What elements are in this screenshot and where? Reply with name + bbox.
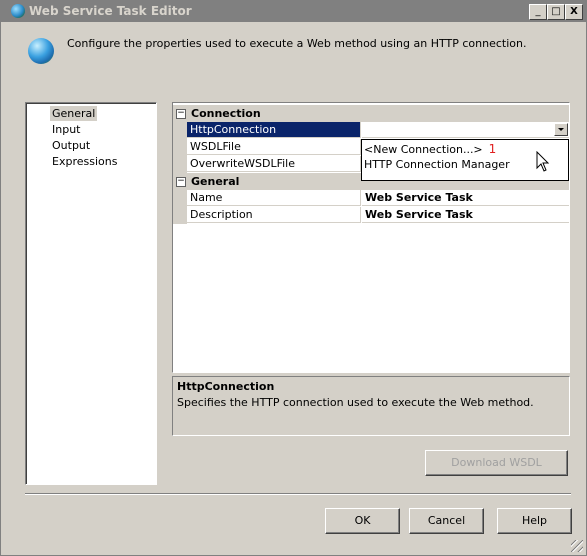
chevron-down-icon[interactable] xyxy=(554,123,568,136)
row-gutter xyxy=(173,156,187,173)
nav-item-input[interactable]: Input xyxy=(50,122,82,137)
category-connection: − Connection xyxy=(173,105,569,122)
category-label: Connection xyxy=(191,107,261,120)
property-help-panel: HttpConnection Specifies the HTTP connec… xyxy=(172,376,570,436)
globe-icon xyxy=(11,4,25,18)
category-label: General xyxy=(191,175,240,188)
property-name[interactable]: Description xyxy=(187,207,361,223)
mouse-cursor-icon xyxy=(536,151,550,172)
minimize-button[interactable]: _ xyxy=(529,4,547,20)
row-gutter xyxy=(173,122,187,139)
option-label: <New Connection...> xyxy=(364,143,483,156)
web-service-task-editor-window: Web Service Task Editor _ □ X Configure … xyxy=(0,0,587,556)
property-row-httpconnection[interactable]: HttpConnection xyxy=(173,122,569,139)
ok-button[interactable]: OK xyxy=(325,508,400,534)
property-name[interactable]: OverwriteWSDLFile xyxy=(187,156,361,172)
property-row-description[interactable]: Description Web Service Task xyxy=(173,207,569,224)
row-gutter xyxy=(173,139,187,156)
cancel-button[interactable]: Cancel xyxy=(409,508,484,534)
divider xyxy=(25,493,571,495)
window-title: Web Service Task Editor xyxy=(29,4,192,18)
nav-item-expressions[interactable]: Expressions xyxy=(50,154,119,169)
close-button[interactable]: X xyxy=(565,4,583,20)
row-gutter xyxy=(173,207,187,224)
dropdown-option-http-connection-manager[interactable]: HTTP Connection Manager xyxy=(364,157,510,173)
nav-item-output[interactable]: Output xyxy=(50,138,92,153)
help-title: HttpConnection xyxy=(177,380,275,393)
property-name[interactable]: HttpConnection xyxy=(187,122,361,138)
property-value[interactable]: Web Service Task xyxy=(362,190,569,206)
property-name[interactable]: Name xyxy=(187,190,361,206)
property-name[interactable]: WSDLFile xyxy=(187,139,361,155)
row-gutter xyxy=(173,190,187,207)
download-wsdl-button[interactable]: Download WSDL xyxy=(425,450,568,476)
collapse-icon[interactable]: − xyxy=(176,177,186,187)
help-text: Specifies the HTTP connection used to ex… xyxy=(177,396,534,409)
property-value[interactable]: Web Service Task xyxy=(362,207,569,223)
dropdown-option-new-connection[interactable]: <New Connection...> 1 xyxy=(364,141,496,157)
step-badge: 1 xyxy=(488,142,497,156)
title-bar[interactable]: Web Service Task Editor _ □ X xyxy=(1,1,586,22)
globe-icon xyxy=(28,38,54,64)
nav-item-general[interactable]: General xyxy=(50,106,98,121)
httpconnection-combo[interactable] xyxy=(362,122,569,138)
nav-list: General Input Output Expressions xyxy=(25,102,157,485)
maximize-button[interactable]: □ xyxy=(547,4,565,20)
property-row-name[interactable]: Name Web Service Task xyxy=(173,190,569,207)
help-button[interactable]: Help xyxy=(497,508,572,534)
resize-grip-icon[interactable] xyxy=(571,540,583,552)
collapse-icon[interactable]: − xyxy=(176,109,186,119)
header-description: Configure the properties used to execute… xyxy=(67,37,527,50)
